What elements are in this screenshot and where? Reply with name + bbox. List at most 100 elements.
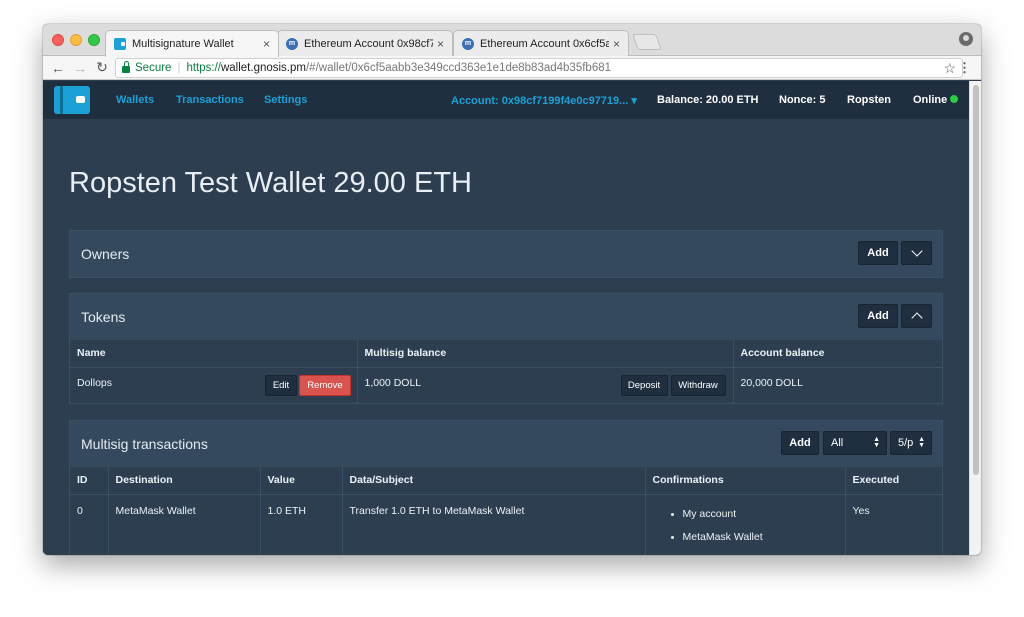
wallet-logo-icon[interactable] [54, 86, 90, 114]
etherscan-icon: m [286, 37, 298, 50]
withdraw-button[interactable]: Withdraw [670, 374, 726, 396]
token-name-cell: Dollops Edit Remove [70, 367, 358, 403]
zoom-window-button[interactable] [88, 34, 100, 46]
chevron-down-icon [910, 245, 923, 257]
column-header: Destination [108, 467, 261, 495]
add-transaction-button[interactable]: Add [781, 431, 819, 455]
multisig-transactions-panel: Multisig transactions Add All ▲ ▼ 5/p ▲ ▼ ID… [69, 420, 943, 555]
close-window-button[interactable] [52, 34, 64, 46]
column-header: Value [260, 467, 343, 495]
table-header-row: ID Destination Value Data/Subject Confir… [70, 467, 942, 495]
tab-title: Multisignature Wallet [132, 38, 234, 50]
browser-window: Multisignature Wallet × m Ethereum Accou… [43, 24, 981, 555]
lock-icon [122, 61, 130, 73]
main-content: Ropsten Test Wallet 29.00 ETH Owners Add… [43, 119, 969, 555]
page-scrollbar[interactable] [969, 81, 981, 555]
tx-destination-cell: MetaMask Wallet [108, 494, 261, 555]
list-item: MetaMask Wallet [670, 526, 838, 549]
tab-title: Ethereum Account 0x98cf7199 [304, 37, 433, 50]
tokens-panel: Tokens Add Name Multisig balance Account… [69, 293, 943, 404]
tx-subject-cell: Transfer 1.0 ETH to MetaMask Wallet [342, 494, 646, 555]
new-tab-button[interactable] [632, 34, 662, 50]
back-arrow-icon[interactable]: ← [47, 60, 69, 76]
deposit-button[interactable]: Deposit [620, 374, 668, 396]
account-balance: 20,000 DOLL [740, 376, 803, 389]
app-navbar: Wallets Transactions Settings Account: 0… [43, 81, 969, 119]
page-title: Ropsten Test Wallet 29.00 ETH [69, 167, 472, 199]
balance-label: Balance: 20.00 ETH [657, 94, 759, 106]
remove-token-button[interactable]: Remove [299, 374, 351, 396]
page-size-value: 5/p [898, 437, 914, 449]
browser-tab-account-2[interactable]: m Ethereum Account 0x6cf5aabb × [453, 30, 629, 56]
chevron-up-icon [910, 312, 923, 324]
expand-owners-button[interactable] [901, 241, 932, 265]
tx-id-cell: 0 [70, 494, 109, 555]
bookmark-star-icon[interactable]: ☆ [943, 60, 956, 77]
reload-icon[interactable]: ↻ [91, 59, 113, 76]
owners-panel: Owners Add [69, 230, 943, 278]
forward-arrow-icon[interactable]: → [69, 60, 91, 76]
nav-transactions[interactable]: Transactions [176, 94, 244, 106]
transaction-filter-select[interactable]: All ▲ ▼ [823, 431, 887, 455]
add-token-button[interactable]: Add [858, 304, 898, 328]
browser-toolbar: ← → ↻ Secure | https:// wallet.gnosis.pm… [43, 56, 981, 80]
list-item: My account [670, 503, 838, 526]
account-balance-cell: 20,000 DOLL [733, 367, 942, 403]
tokens-panel-header: Tokens Add [70, 294, 942, 340]
column-header: ID [70, 467, 109, 495]
connection-status: Online [913, 94, 959, 106]
tx-confirmations-cell: My account MetaMask Wallet [645, 494, 846, 555]
table-header-row: Name Multisig balance Account balance [70, 340, 942, 368]
multisig-transactions-table: ID Destination Value Data/Subject Confir… [70, 467, 942, 555]
table-row: Dollops Edit Remove 1,000 DOLL Deposit W… [70, 367, 942, 403]
secure-label: Secure [135, 62, 172, 74]
account-dropdown[interactable]: Account: 0x98cf7199f4e0c97719... ▾ [451, 94, 637, 107]
tx-id: 0 [77, 504, 83, 517]
owners-title: Owners [81, 246, 130, 262]
tx-value: 1.0 ETH [267, 504, 307, 517]
browser-menu-icon[interactable]: ⋮ [958, 60, 971, 76]
filter-value: All [831, 437, 844, 449]
close-tab-icon[interactable]: × [613, 37, 620, 51]
url-scheme: https:// [186, 62, 221, 74]
scrollbar-thumb[interactable] [973, 85, 979, 475]
profile-icon[interactable] [959, 32, 973, 46]
nav-wallets[interactable]: Wallets [116, 94, 154, 106]
tokens-table: Name Multisig balance Account balance Do… [70, 340, 942, 403]
close-tab-icon[interactable]: × [437, 37, 444, 51]
column-header: Data/Subject [342, 467, 646, 495]
etherscan-icon: m [462, 37, 474, 50]
owners-panel-header: Owners Add [70, 231, 942, 277]
multisig-balance-cell: 1,000 DOLL Deposit Withdraw [357, 367, 734, 403]
tx-destination: MetaMask Wallet [115, 504, 196, 517]
multisig-panel-header: Multisig transactions Add All ▲ ▼ 5/p ▲ ▼ [70, 421, 942, 467]
tx-executed: Yes [852, 504, 870, 517]
tokens-title: Tokens [81, 309, 126, 325]
address-bar[interactable]: Secure | https:// wallet.gnosis.pm /#/wa… [115, 58, 963, 78]
gnosis-wallet-icon [114, 38, 126, 50]
tab-strip: Multisignature Wallet × m Ethereum Accou… [43, 24, 981, 57]
add-owner-button[interactable]: Add [858, 241, 898, 265]
column-header: Account balance [733, 340, 942, 368]
column-header: Multisig balance [357, 340, 734, 368]
collapse-tokens-button[interactable] [901, 304, 932, 328]
url-path: /#/wallet/0x6cf5aabb3e349ccd363e1e1de8b8… [305, 62, 612, 74]
edit-token-button[interactable]: Edit [265, 374, 297, 396]
minimize-window-button[interactable] [70, 34, 82, 46]
online-indicator-icon [950, 95, 959, 103]
multisig-title: Multisig transactions [81, 436, 208, 452]
browser-tab-account-1[interactable]: m Ethereum Account 0x98cf7199 × [277, 30, 453, 56]
browser-tab-multisig[interactable]: Multisignature Wallet × [105, 30, 279, 57]
nav-settings[interactable]: Settings [264, 94, 307, 106]
tx-value-cell: 1.0 ETH [260, 494, 343, 555]
web-viewport: Wallets Transactions Settings Account: 0… [43, 81, 981, 555]
close-tab-icon[interactable]: × [263, 37, 270, 51]
status-label: Online [913, 94, 948, 106]
tx-executed-cell: Yes [845, 494, 942, 555]
page-size-select[interactable]: 5/p ▲ ▼ [890, 431, 932, 455]
select-arrows-icon: ▲ ▼ [918, 436, 925, 449]
table-row[interactable]: 0 MetaMask Wallet 1.0 ETH Transfer 1.0 E… [70, 494, 942, 555]
url-host: wallet.gnosis.pm [220, 62, 306, 74]
nonce-label: Nonce: 5 [779, 94, 826, 106]
omnibox-divider: | [177, 62, 181, 74]
